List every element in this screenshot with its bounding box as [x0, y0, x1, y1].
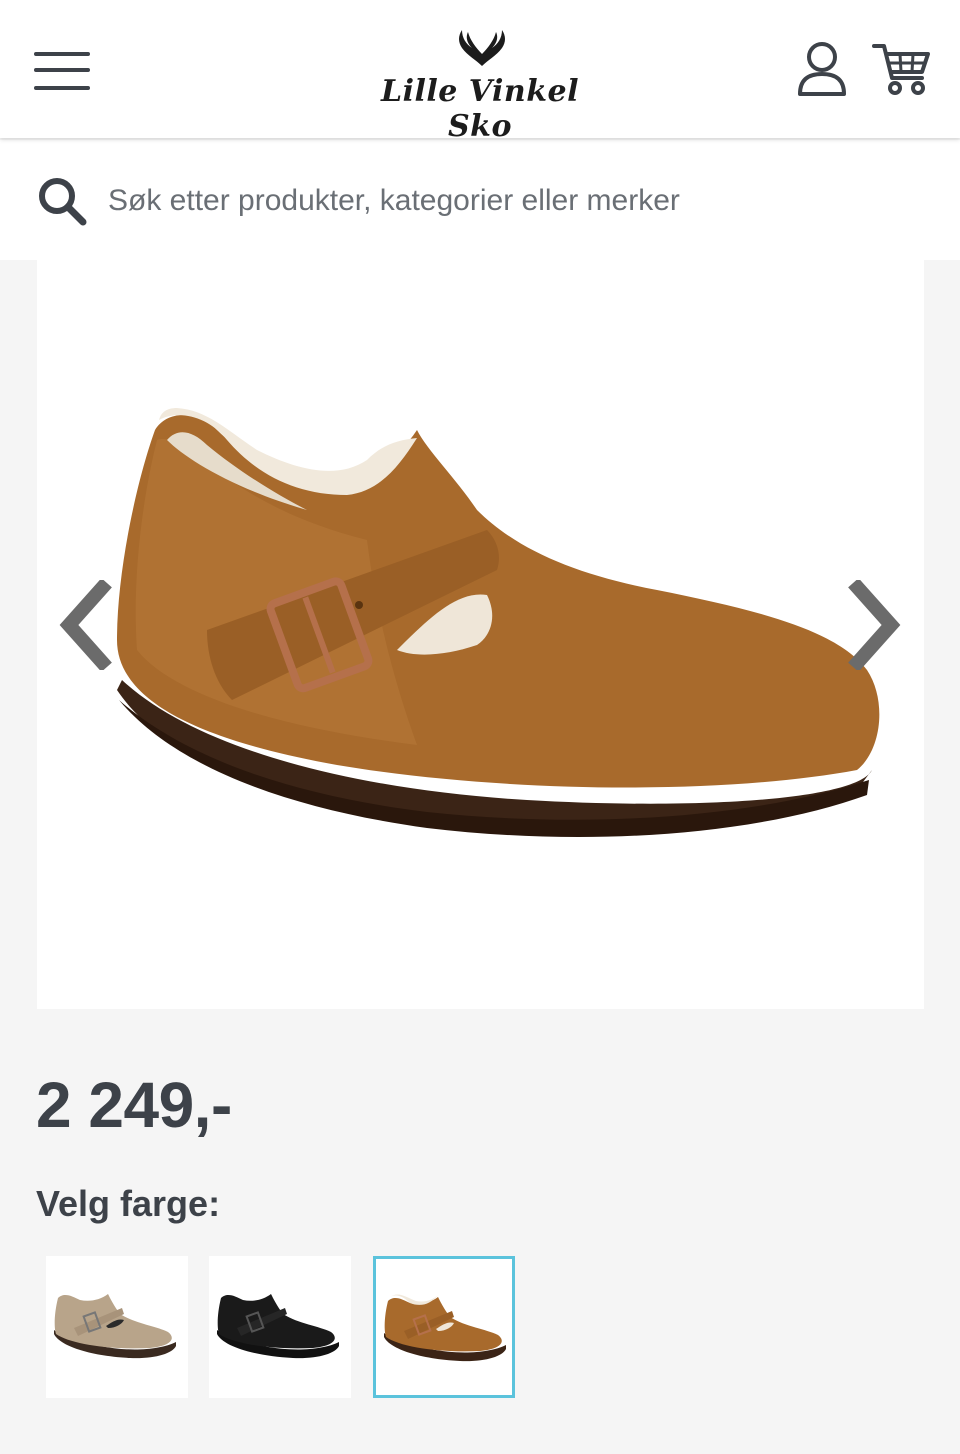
user-icon[interactable]	[796, 40, 848, 98]
product-image	[117, 408, 880, 838]
color-swatch-black[interactable]	[209, 1256, 351, 1398]
antler-logo-icon	[459, 30, 505, 66]
black-shoe-thumbnail	[217, 1294, 339, 1359]
previous-image-arrow-icon[interactable]	[57, 580, 117, 670]
search-input[interactable]	[108, 178, 908, 224]
taupe-shoe-thumbnail	[54, 1294, 176, 1359]
color-swatch-mink[interactable]	[373, 1256, 515, 1398]
cart-icon[interactable]	[872, 40, 932, 98]
search-icon[interactable]	[36, 175, 88, 227]
hamburger-menu-icon[interactable]	[30, 48, 92, 96]
color-swatch-taupe[interactable]	[46, 1256, 188, 1398]
site-logo[interactable]: Lille Vinkel Sko	[350, 24, 610, 144]
product-image-gallery	[37, 260, 924, 1009]
site-header: Lille Vinkel Sko	[0, 0, 960, 144]
next-image-arrow-icon[interactable]	[843, 580, 903, 670]
mink-shoe-thumbnail	[384, 1294, 506, 1362]
logo-text: Lille Vinkel Sko	[380, 74, 580, 144]
product-price: 2 249,-	[36, 1069, 232, 1141]
color-selector-label: Velg farge:	[36, 1183, 221, 1224]
